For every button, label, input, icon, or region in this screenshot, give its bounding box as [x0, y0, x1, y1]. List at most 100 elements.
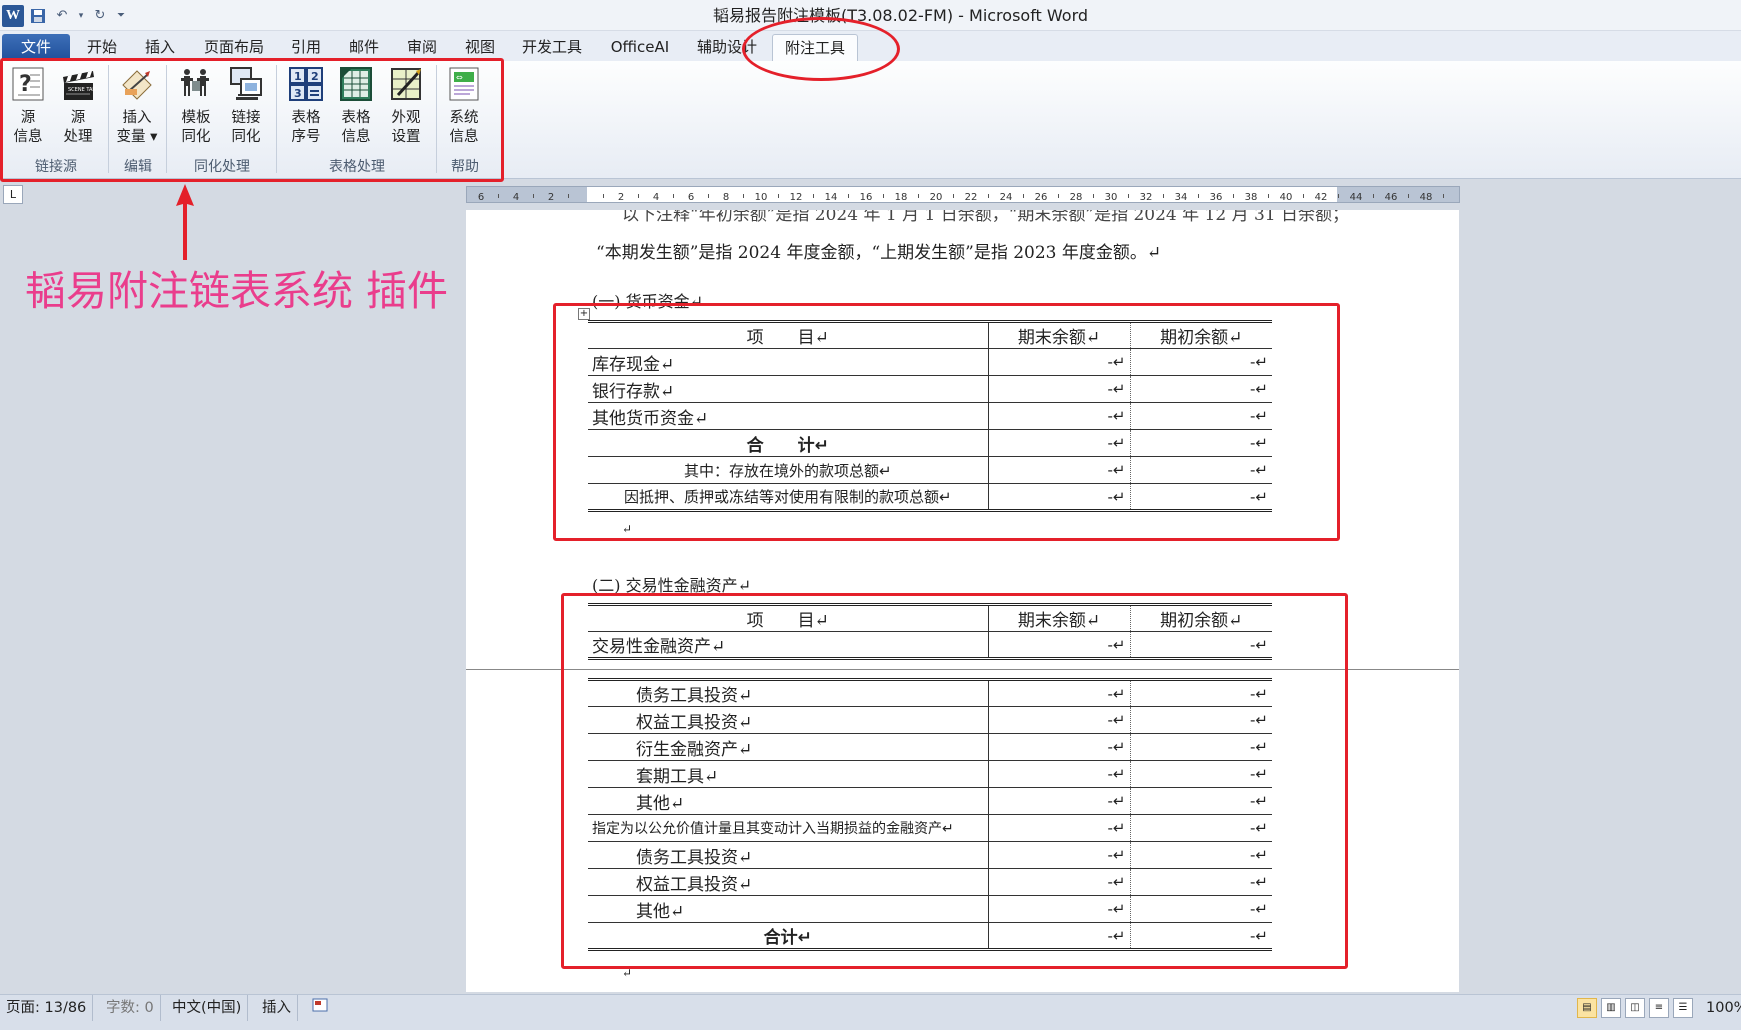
cell-value[interactable]: -↵: [988, 375, 1131, 403]
cell-value[interactable]: -↵: [1130, 814, 1272, 842]
group-label-table: 表格处理: [329, 159, 385, 175]
cell-value[interactable]: -↵: [1130, 895, 1272, 923]
cell-value[interactable]: -↵: [1130, 632, 1272, 659]
annotation-caption: 韬易附注链表系统 插件: [25, 267, 449, 315]
ruler-tick-label: 18: [895, 192, 908, 202]
insert-variable-button[interactable]: 插入 变量 ▾: [112, 65, 162, 155]
table-row: 其他↵ -↵ -↵: [588, 895, 1272, 923]
tab-home[interactable]: 开始: [78, 34, 126, 61]
tab-stop-selector[interactable]: L: [3, 185, 23, 204]
status-bar: 页面: 13/86 字数: 0 中文(中国) 插入 ▤ ▥ ◫ ≡ ☰ 100%: [0, 994, 1741, 1030]
cell-value[interactable]: -↵: [1130, 733, 1272, 761]
ribbon-label: 信息: [449, 129, 479, 145]
cell-value[interactable]: -↵: [1130, 429, 1272, 457]
status-page[interactable]: 页面: 13/86: [0, 995, 94, 1021]
tab-insert[interactable]: 插入: [136, 34, 184, 61]
status-zoom[interactable]: 100%: [1700, 995, 1741, 1021]
ribbon-label: 表格: [341, 110, 371, 126]
cell-value[interactable]: -↵: [988, 483, 1131, 511]
document-page[interactable]: 以下注释“年初余额”是指 2024 年 1 月 1 日余额，“期末余额”是指 2…: [466, 210, 1459, 992]
ribbon-label: 信息: [13, 129, 43, 145]
cell-value[interactable]: -↵: [988, 679, 1131, 707]
appearance-icon: [388, 65, 424, 103]
table-row: 其他↵ -↵ -↵: [588, 787, 1272, 815]
tab-developer[interactable]: 开发工具: [514, 34, 590, 61]
cell-value[interactable]: -↵: [1130, 787, 1272, 815]
header-item: 项 目↵: [588, 604, 989, 632]
cell-value[interactable]: -↵: [1130, 375, 1272, 403]
tab-references[interactable]: 引用: [282, 34, 330, 61]
cell-value[interactable]: -↵: [1130, 868, 1272, 896]
cell-value[interactable]: -↵: [1130, 679, 1272, 707]
full-screen-reading-icon[interactable]: ▥: [1601, 998, 1621, 1018]
status-words[interactable]: 字数: 0: [100, 995, 161, 1021]
ruler-tick-label: 26: [1035, 192, 1048, 202]
ruler-tick-label: 4: [653, 192, 659, 202]
table-row: 债务工具投资↵ -↵ -↵: [588, 841, 1272, 869]
tab-view[interactable]: 视图: [456, 34, 504, 61]
table-move-handle-icon[interactable]: +: [578, 308, 590, 320]
cell-value[interactable]: -↵: [988, 456, 1131, 484]
cell-value[interactable]: -↵: [1130, 348, 1272, 376]
source-info-button[interactable]: ? 源 信息: [4, 65, 52, 155]
status-insert-mode[interactable]: 插入: [256, 995, 298, 1021]
paragraph-mark: ↵: [622, 966, 633, 980]
status-language[interactable]: 中文(中国): [166, 995, 249, 1021]
cell-value[interactable]: -↵: [988, 706, 1131, 734]
cell-value[interactable]: -↵: [988, 760, 1131, 788]
cell-value[interactable]: -↵: [988, 922, 1131, 950]
cell-value[interactable]: -↵: [1130, 402, 1272, 430]
table-row: 合计↵ -↵ -↵: [588, 922, 1272, 950]
cell-value[interactable]: -↵: [988, 841, 1131, 869]
cell-value[interactable]: -↵: [988, 733, 1131, 761]
cell-value[interactable]: -↵: [1130, 483, 1272, 511]
draft-view-icon[interactable]: ☰: [1673, 998, 1693, 1018]
cell-value[interactable]: -↵: [988, 868, 1131, 896]
cell-value[interactable]: -↵: [988, 814, 1131, 842]
macro-record-icon[interactable]: [306, 995, 334, 1021]
group-label-link-source: 链接源: [35, 159, 77, 175]
cell-value[interactable]: -↵: [988, 895, 1131, 923]
ribbon-label: 序号: [291, 129, 321, 145]
tab-page-layout[interactable]: 页面布局: [196, 34, 272, 61]
cell-value[interactable]: -↵: [988, 348, 1131, 376]
template-sync-button[interactable]: 模板 同化: [172, 65, 220, 155]
cell-value[interactable]: -↵: [1130, 760, 1272, 788]
outline-view-icon[interactable]: ≡: [1649, 998, 1669, 1018]
cell-value[interactable]: -↵: [988, 631, 1131, 659]
link-sync-button[interactable]: 链接 同化: [222, 65, 270, 155]
appearance-settings-button[interactable]: 外观 设置: [382, 65, 430, 155]
table-info-button[interactable]: 表格 信息: [332, 65, 380, 155]
tab-review[interactable]: 审阅: [398, 34, 446, 61]
system-info-button[interactable]: ⇔ 系统 信息: [440, 65, 488, 155]
cell-value[interactable]: -↵: [988, 787, 1131, 815]
table-row: 库存现金↵ -↵ -↵: [588, 348, 1272, 376]
table-row: 指定为以公允价值计量且其变动计入当期损益的金融资产↵ -↵ -↵: [588, 814, 1272, 842]
ruler-tick-label: 6: [478, 192, 484, 202]
ribbon-label: 源: [70, 110, 86, 126]
ruler-tick-label: 30: [1105, 192, 1118, 202]
table-number-button[interactable]: 123 表格 序号: [282, 65, 330, 155]
cell-value[interactable]: -↵: [1130, 922, 1272, 950]
cell-value[interactable]: -↵: [988, 429, 1131, 457]
header-ending-balance: 期末余额↵: [988, 604, 1131, 632]
cell-value[interactable]: -↵: [1130, 841, 1272, 869]
tab-file[interactable]: 文件: [2, 34, 70, 61]
row-label-total: 合 计↵: [588, 429, 989, 457]
cash-table: 项 目↵ 期末余额↵ 期初余额↵ 库存现金↵ -↵ -↵ 银行存款↵ -↵ -↵…: [588, 320, 1272, 512]
source-process-button[interactable]: SCENE TAKE 源 处理: [54, 65, 102, 155]
cell-value[interactable]: -↵: [1130, 456, 1272, 484]
tab-officeai[interactable]: OfficeAI: [602, 34, 678, 61]
system-info-icon: ⇔: [446, 65, 482, 103]
row-label: 指定为以公允价值计量且其变动计入当期损益的金融资产↵: [588, 814, 989, 842]
cell-value[interactable]: -↵: [988, 402, 1131, 430]
cell-value[interactable]: -↵: [1130, 706, 1272, 734]
print-layout-icon[interactable]: ▤: [1577, 998, 1597, 1018]
horizontal-ruler[interactable]: 6 4 2 2 4 6 8 10 12 14 16 18 20 22 24 26 28 30 32 34 36 38 40 4…: [466, 186, 1461, 204]
table-row: 合 计↵ -↵ -↵: [588, 429, 1272, 457]
table-header-row: 项 目↵ 期末余额↵ 期初余额↵: [588, 604, 1272, 632]
table-row: 权益工具投资↵ -↵ -↵: [588, 706, 1272, 734]
tab-mailings[interactable]: 邮件: [340, 34, 388, 61]
web-layout-icon[interactable]: ◫: [1625, 998, 1645, 1018]
intro-paragraph: “本期发生额”是指 2024 年度金额，“上期发生额”是指 2023 年度金额。…: [596, 243, 1162, 263]
